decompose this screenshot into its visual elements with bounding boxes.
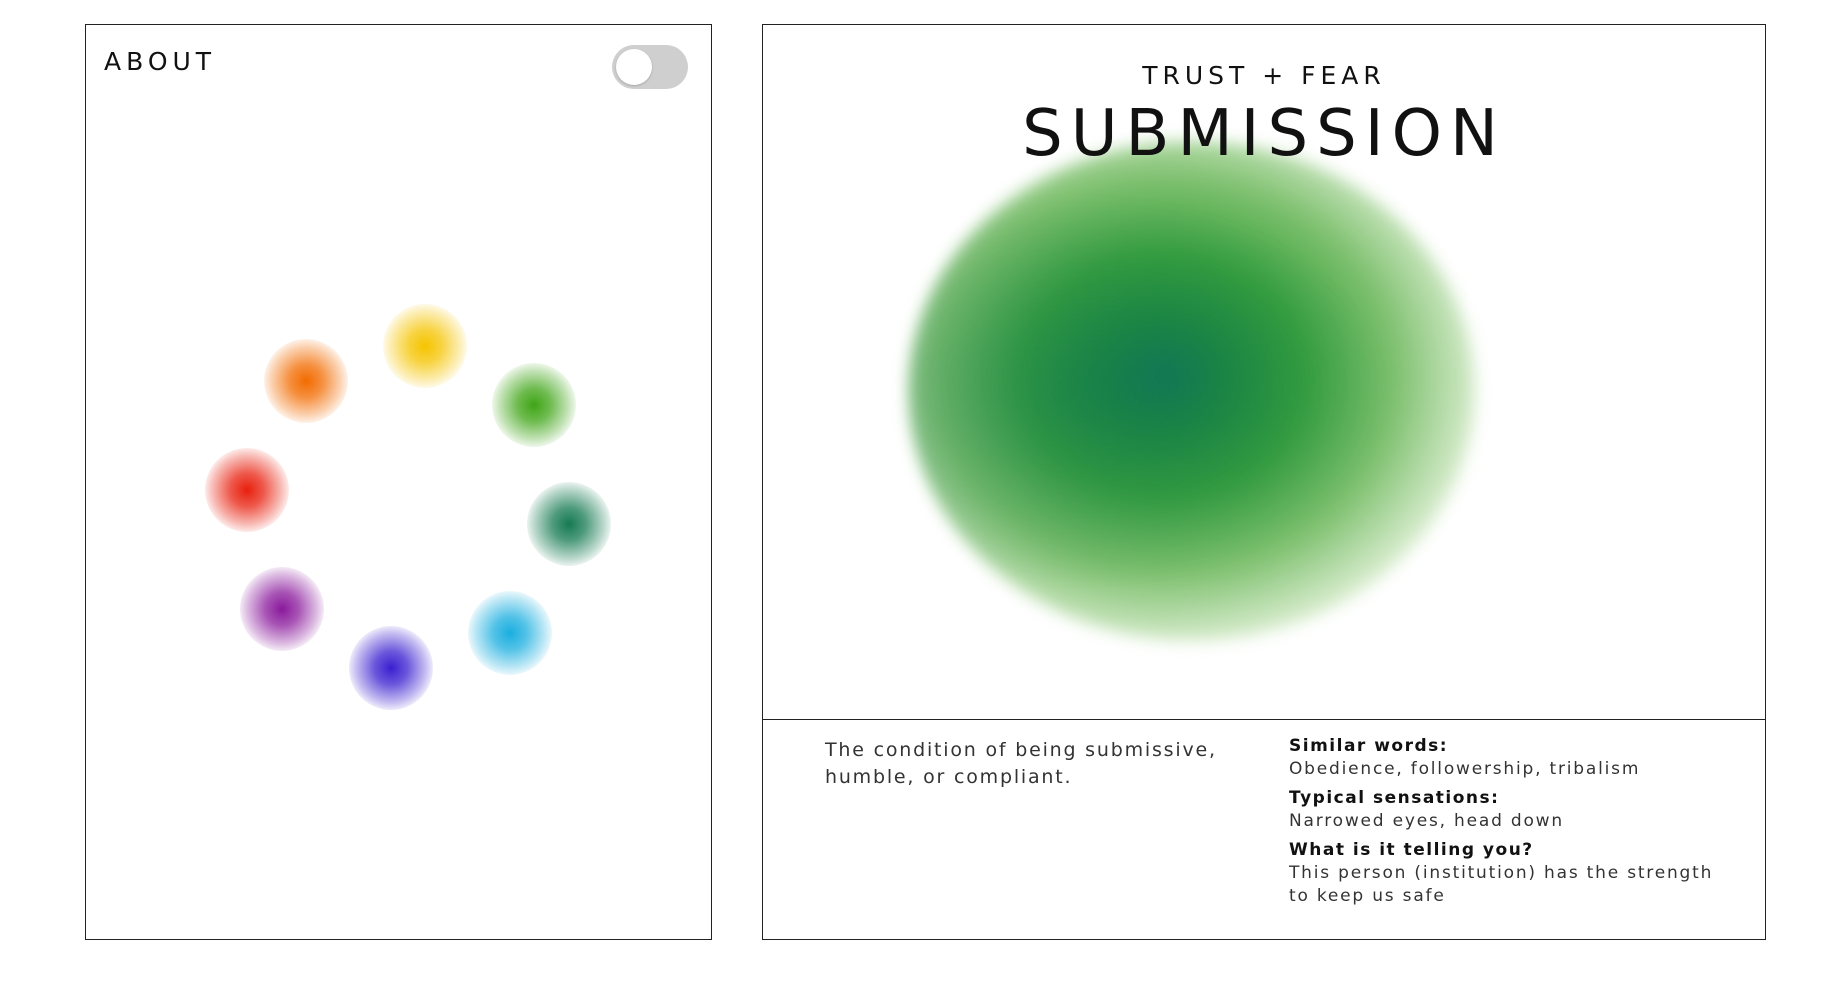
typical-sensations-label: Typical sensations: (1289, 788, 1500, 808)
emotion-info: Similar words: Obedience, followership, … (1289, 735, 1719, 914)
telling-you-label: What is it telling you? (1289, 840, 1534, 860)
emotion-color-blob-tint (909, 141, 1475, 641)
wheel-dot-dark-green[interactable] (527, 481, 612, 566)
typical-sensations-value: Narrowed eyes, head down (1289, 811, 1564, 831)
emotion-pair: TRUST + FEAR (1142, 61, 1386, 90)
wheel-dot-dark-blue[interactable] (349, 626, 434, 711)
wheel-dot-yellow[interactable] (382, 303, 467, 388)
emotion-wheel (86, 25, 713, 941)
wheel-dot-purple[interactable] (240, 566, 325, 651)
about-panel: ABOUT (85, 24, 712, 940)
emotion-name: SUBMISSION (1022, 97, 1506, 171)
emotion-detail-panel: TRUST + FEAR SUBMISSION The condition of… (762, 24, 1766, 940)
wheel-dot-red[interactable] (204, 448, 289, 533)
wheel-dot-light-green[interactable] (491, 363, 576, 448)
wheel-dot-orange[interactable] (264, 339, 349, 424)
wheel-dot-light-blue[interactable] (467, 590, 552, 675)
divider (763, 719, 1765, 720)
emotion-definition: The condition of being submissive, humbl… (825, 739, 1217, 788)
similar-words-value: Obedience, followership, tribalism (1289, 759, 1641, 779)
similar-words-label: Similar words: (1289, 736, 1449, 756)
telling-you-value: This person (institution) has the streng… (1289, 863, 1714, 906)
